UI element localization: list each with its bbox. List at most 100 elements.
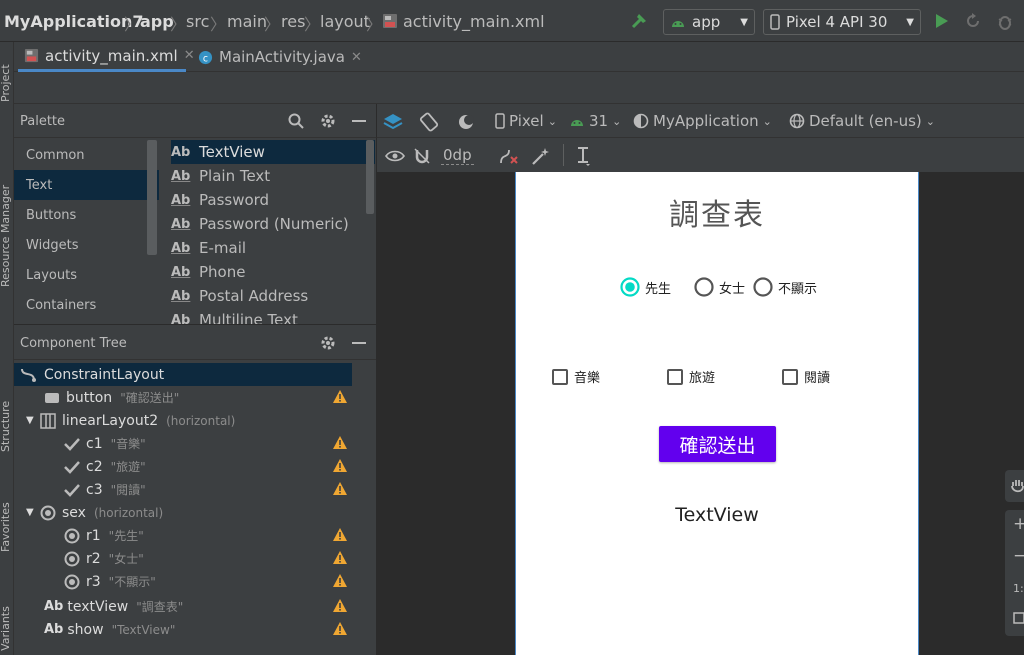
- zoom-out-icon[interactable]: −: [1013, 546, 1024, 566]
- editor-tabs: activity_main.xml ✕ c MainActivity.java …: [14, 42, 1024, 72]
- tab-main-activity[interactable]: c MainActivity.java ✕: [192, 42, 362, 72]
- checkbox-c3[interactable]: 閱讀: [782, 367, 830, 386]
- tree-node-textview[interactable]: Ab textView "調查表": [14, 595, 352, 618]
- clear-constraints-icon[interactable]: [499, 147, 519, 165]
- palette-item[interactable]: Ab Postal Address: [171, 284, 375, 308]
- build-hammer-icon[interactable]: [630, 11, 650, 31]
- theme-select[interactable]: MyApplication ⌄: [633, 112, 772, 130]
- debug-icon[interactable]: [996, 12, 1014, 30]
- zoom-fit-icon[interactable]: [1013, 612, 1024, 624]
- palette-item-label: Password (Numeric): [199, 215, 349, 233]
- radio-group-icon: [40, 505, 56, 521]
- minimize-icon[interactable]: [352, 342, 366, 344]
- close-icon[interactable]: ✕: [351, 50, 362, 65]
- rail-build-variants[interactable]: Build Variants: [0, 606, 12, 655]
- magnet-off-icon[interactable]: [413, 147, 431, 165]
- palette-category[interactable]: Widgets: [14, 230, 159, 260]
- warning-icon[interactable]: [332, 527, 348, 542]
- checkbox-c1[interactable]: 音樂: [552, 367, 600, 386]
- survey-title[interactable]: 調查表: [516, 190, 918, 234]
- apply-changes-icon[interactable]: [964, 12, 982, 30]
- show-textview[interactable]: TextView: [516, 504, 918, 526]
- gear-icon[interactable]: [320, 113, 336, 129]
- tree-node-label: r3: [86, 573, 101, 590]
- default-margin-value[interactable]: 0dp: [441, 146, 474, 165]
- warning-icon[interactable]: [332, 458, 348, 473]
- search-icon[interactable]: [288, 113, 304, 129]
- breadcrumb-module[interactable]: app: [140, 12, 174, 31]
- submit-button[interactable]: 確認送出: [659, 426, 776, 462]
- tree-node-linearlayout2[interactable]: ▼ linearLayout2 (horizontal): [14, 409, 352, 432]
- tree-node-sex[interactable]: ▼ sex (horizontal): [14, 501, 352, 524]
- checkbox-c2[interactable]: 旅遊: [667, 367, 715, 386]
- tab-label: MainActivity.java: [219, 48, 345, 66]
- device-preview[interactable]: 調查表 先生 女士 不顯示 音樂 旅遊 閱讀 確認送出 TextView: [515, 172, 919, 655]
- warning-icon[interactable]: [332, 621, 348, 636]
- zoom-actual-icon[interactable]: 1:: [1013, 582, 1024, 595]
- rail-resource-manager[interactable]: Resource Manager: [0, 185, 12, 287]
- minimize-icon[interactable]: [352, 120, 366, 122]
- warning-icon[interactable]: [332, 389, 348, 404]
- breadcrumb-file[interactable]: activity_main.xml: [403, 12, 545, 31]
- palette-item[interactable]: Ab TextView: [171, 140, 375, 164]
- palette-category-selected[interactable]: Text: [14, 170, 159, 200]
- palette-item[interactable]: Ab E-mail: [171, 236, 375, 260]
- chevron-down-icon[interactable]: ▼: [26, 415, 40, 426]
- orientation-icon[interactable]: [419, 112, 439, 132]
- device-preview-select[interactable]: Pixel ⌄: [495, 112, 557, 130]
- warning-icon[interactable]: [332, 598, 348, 613]
- breadcrumb-res[interactable]: res: [281, 12, 305, 31]
- api-level-select[interactable]: 31 ⌄: [569, 112, 621, 130]
- tree-node-r3[interactable]: r3 "不顯示": [14, 570, 352, 593]
- tab-activity-main[interactable]: activity_main.xml ✕: [18, 42, 195, 72]
- palette-category[interactable]: Common: [14, 140, 159, 170]
- device-select[interactable]: Pixel 4 API 30 ▼: [763, 9, 921, 35]
- tree-node-label: c2: [86, 458, 103, 475]
- tree-node-c2[interactable]: c2 "旅遊": [14, 455, 352, 478]
- warning-icon[interactable]: [332, 550, 348, 565]
- night-mode-icon[interactable]: [457, 113, 475, 131]
- breadcrumb-layout[interactable]: layout: [320, 12, 370, 31]
- tree-node-c3[interactable]: c3 "閱讀": [14, 478, 352, 501]
- radio-r2[interactable]: 女士: [693, 276, 745, 298]
- gear-icon[interactable]: [320, 335, 336, 351]
- scrollbar[interactable]: [147, 140, 157, 255]
- palette-item[interactable]: Ab Password (Numeric): [171, 212, 375, 236]
- layers-icon[interactable]: [383, 112, 403, 130]
- eye-icon[interactable]: [385, 148, 405, 164]
- rail-project[interactable]: Project: [0, 64, 12, 102]
- tree-node-r1[interactable]: r1 "先生": [14, 524, 352, 547]
- chevron-down-icon[interactable]: ▼: [26, 507, 40, 518]
- tree-node-r2[interactable]: r2 "女士": [14, 547, 352, 570]
- palette-item[interactable]: Ab Phone: [171, 260, 375, 284]
- palette-category[interactable]: Buttons: [14, 200, 159, 230]
- palette-category[interactable]: Layouts: [14, 260, 159, 290]
- palette-item[interactable]: Ab Multiline Text: [171, 308, 375, 324]
- magic-wand-icon[interactable]: [531, 146, 551, 166]
- breadcrumb-src[interactable]: src: [186, 12, 209, 31]
- palette-item[interactable]: Ab Password: [171, 188, 375, 212]
- warning-icon[interactable]: [332, 435, 348, 450]
- rail-structure[interactable]: Structure: [0, 401, 12, 452]
- radio-r3[interactable]: 不顯示: [752, 276, 817, 298]
- tree-node-constraintlayout[interactable]: ConstraintLayout: [14, 363, 352, 386]
- module-select[interactable]: app ▼: [663, 9, 755, 35]
- zoom-in-icon[interactable]: +: [1013, 514, 1024, 534]
- breadcrumb-main[interactable]: main: [227, 12, 267, 31]
- scrollbar[interactable]: [366, 140, 374, 214]
- pan-tool[interactable]: [1005, 470, 1024, 502]
- warning-icon[interactable]: [332, 573, 348, 588]
- tree-node-c1[interactable]: c1 "音樂": [14, 432, 352, 455]
- tree-node-button[interactable]: button "確認送出": [14, 386, 352, 409]
- locale-select[interactable]: Default (en-us) ⌄: [789, 112, 935, 130]
- radio-r1[interactable]: 先生: [619, 276, 671, 298]
- guidelines-icon[interactable]: [575, 146, 591, 166]
- palette-category[interactable]: Containers: [14, 290, 159, 320]
- radio-unchecked-icon: [694, 277, 714, 297]
- warning-icon[interactable]: [332, 481, 348, 496]
- breadcrumb-project[interactable]: MyApplication7: [4, 12, 144, 31]
- rail-favorites[interactable]: Favorites: [0, 502, 12, 552]
- run-icon[interactable]: [935, 13, 949, 29]
- palette-item[interactable]: Ab Plain Text: [171, 164, 375, 188]
- tree-node-show[interactable]: Ab show "TextView": [14, 618, 352, 641]
